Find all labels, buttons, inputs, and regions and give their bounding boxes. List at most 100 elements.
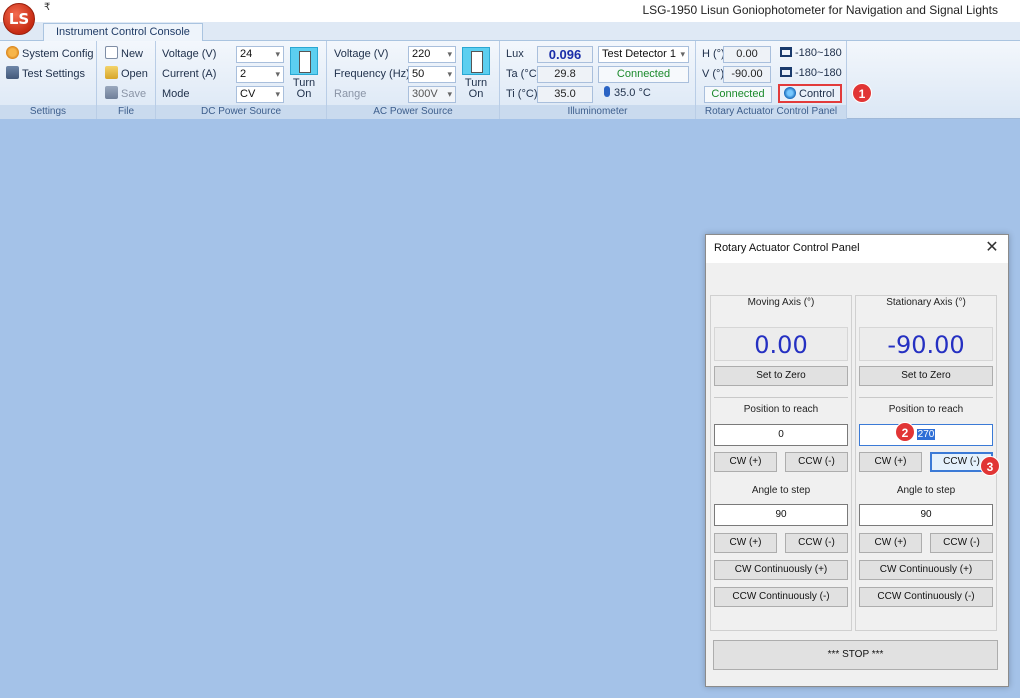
settings-group: System Config Test Settings Settings <box>0 41 97 119</box>
group-label-rotary-actuator: Rotary Actuator Control Panel <box>696 105 846 119</box>
stationary-step-input[interactable]: 90 <box>859 504 993 526</box>
moving-position-ccw-button[interactable]: CCW (-) <box>785 452 848 472</box>
close-icon[interactable]: ✕ <box>982 238 1002 258</box>
tab-instrument-control-console[interactable]: Instrument Control Console <box>43 23 203 42</box>
group-label-settings: Settings <box>0 105 96 119</box>
stationary-cw-continuous-button[interactable]: CW Continuously (+) <box>859 560 993 580</box>
stationary-set-zero-button[interactable]: Set to Zero <box>859 366 993 386</box>
v-range-button[interactable]: -180~180 <box>780 65 842 82</box>
system-config-label: System Config <box>22 48 94 60</box>
h-angle-label: H (°) <box>702 48 725 60</box>
ac-frequency-label: Frequency (Hz) <box>334 68 410 80</box>
stationary-position-input[interactable]: 270 <box>859 424 993 446</box>
save-label: Save <box>121 88 147 100</box>
stationary-step-cw-button[interactable]: CW (+) <box>859 533 922 553</box>
dc-mode-select[interactable]: CV <box>236 86 284 103</box>
moving-set-zero-button[interactable]: Set to Zero <box>714 366 848 386</box>
lux-label: Lux <box>506 48 524 60</box>
stationary-ccw-continuous-button[interactable]: CCW Continuously (-) <box>859 587 993 607</box>
moving-position-input[interactable]: 0 <box>714 424 848 446</box>
step-badge-2: 2 <box>895 422 915 442</box>
moving-step-input[interactable]: 90 <box>714 504 848 526</box>
quick-access-toolbar-icon[interactable]: ₹ <box>44 2 50 13</box>
group-label-dc-power: DC Power Source <box>156 105 326 119</box>
lux-value: 0.096 <box>537 46 593 63</box>
dialog-title: Rotary Actuator Control Panel <box>714 242 860 254</box>
moving-axis-title: Moving Axis (°) <box>747 297 815 308</box>
test-settings-label: Test Settings <box>22 68 85 80</box>
app-logo-icon[interactable]: LS <box>3 3 35 35</box>
stationary-axis-readout: -90.00 <box>859 327 993 361</box>
stop-button[interactable]: *** STOP *** <box>713 640 998 670</box>
rotary-actuator-dialog: Rotary Actuator Control Panel ✕ Moving A… <box>705 234 1009 687</box>
stationary-position-label: Position to reach <box>888 404 964 415</box>
ta-value: 29.8 <box>537 66 593 83</box>
moving-position-cw-button[interactable]: CW (+) <box>714 452 777 472</box>
moving-ccw-continuous-button[interactable]: CCW Continuously (-) <box>714 587 848 607</box>
ribbon: System Config Test Settings Settings New… <box>0 41 1020 119</box>
rotary-status: Connected <box>704 86 772 103</box>
moving-step-ccw-button[interactable]: CCW (-) <box>785 533 848 553</box>
stationary-section-divider <box>859 397 993 398</box>
dc-current-select[interactable]: 2 <box>236 66 284 83</box>
step-badge-3: 3 <box>980 456 1000 476</box>
h-angle-value: 0.00 <box>723 46 771 63</box>
dc-mode-label: Mode <box>162 88 190 100</box>
ac-voltage-select[interactable]: 220 <box>408 46 456 63</box>
save-icon <box>105 86 118 99</box>
stationary-step-label: Angle to step <box>896 485 956 496</box>
new-button[interactable]: New <box>105 46 143 63</box>
gear-icon <box>6 46 19 59</box>
stationary-position-cw-button[interactable]: CW (+) <box>859 452 922 472</box>
h-range-label: -180~180 <box>795 47 842 59</box>
dc-current-label: Current (A) <box>162 68 217 80</box>
group-label-illuminometer: Illuminometer <box>500 105 695 119</box>
ac-on-label: On <box>468 88 484 100</box>
temperature-reading-text: 35.0 °C <box>614 87 651 99</box>
control-button[interactable]: Control <box>778 84 842 103</box>
moving-cw-continuous-button[interactable]: CW Continuously (+) <box>714 560 848 580</box>
group-label-file: File <box>97 105 155 119</box>
h-range-button[interactable]: -180~180 <box>780 45 842 62</box>
group-label-ac-power: AC Power Source <box>327 105 499 119</box>
new-file-icon <box>105 46 118 59</box>
new-label: New <box>121 48 144 60</box>
dc-power-source-group: Voltage (V) 24 Current (A) 2 Mode CV Tur… <box>156 41 327 119</box>
dialog-title-bar: Rotary Actuator Control Panel ✕ <box>706 235 1008 263</box>
ac-turn-on-button[interactable]: Turn On <box>460 47 492 100</box>
temperature-reading: 35.0 °C <box>604 85 651 102</box>
control-label: Control <box>799 88 835 100</box>
illuminometer-status: Connected <box>598 66 689 83</box>
moving-step-cw-button[interactable]: CW (+) <box>714 533 777 553</box>
stationary-axis-title: Stationary Axis (°) <box>886 297 966 308</box>
ac-range-label: Range <box>334 88 367 100</box>
open-button[interactable]: Open <box>105 66 148 83</box>
file-group: New Open Save File <box>97 41 156 119</box>
open-label: Open <box>121 68 148 80</box>
stationary-axis-panel: Stationary Axis (°) -90.00 Set to Zero P… <box>855 295 997 631</box>
step-badge-1: 1 <box>852 83 872 103</box>
folder-open-icon <box>105 66 118 79</box>
v-angle-value: -90.00 <box>723 66 771 83</box>
dc-on-label: On <box>296 88 312 100</box>
range-icon <box>780 67 792 77</box>
system-config-button[interactable]: System Config <box>6 46 94 63</box>
dc-voltage-select[interactable]: 24 <box>236 46 284 63</box>
v-range-label: -180~180 <box>795 67 842 79</box>
stationary-position-selected-text: 270 <box>916 429 936 440</box>
moving-section-divider <box>714 397 848 398</box>
moving-axis-panel: Moving Axis (°) 0.00 Set to Zero Positio… <box>710 295 852 631</box>
ac-voltage-label: Voltage (V) <box>334 48 389 60</box>
title-bar: ₹ LSG-1950 Lisun Goniophotometer for Nav… <box>0 0 1020 22</box>
test-settings-button[interactable]: Test Settings <box>6 66 85 83</box>
ac-frequency-select[interactable]: 50 <box>408 66 456 83</box>
dc-turn-on-button[interactable]: Turn On <box>288 47 320 100</box>
stationary-step-ccw-button[interactable]: CCW (-) <box>930 533 993 553</box>
detector-select[interactable]: Test Detector 1 <box>598 46 689 63</box>
power-switch-icon <box>462 47 490 75</box>
ac-range-select[interactable]: 300V <box>408 86 456 103</box>
moving-step-label: Angle to step <box>751 485 811 496</box>
save-button[interactable]: Save <box>105 86 146 103</box>
test-settings-icon <box>6 66 19 79</box>
window-title: LSG-1950 Lisun Goniophotometer for Navig… <box>642 3 998 17</box>
